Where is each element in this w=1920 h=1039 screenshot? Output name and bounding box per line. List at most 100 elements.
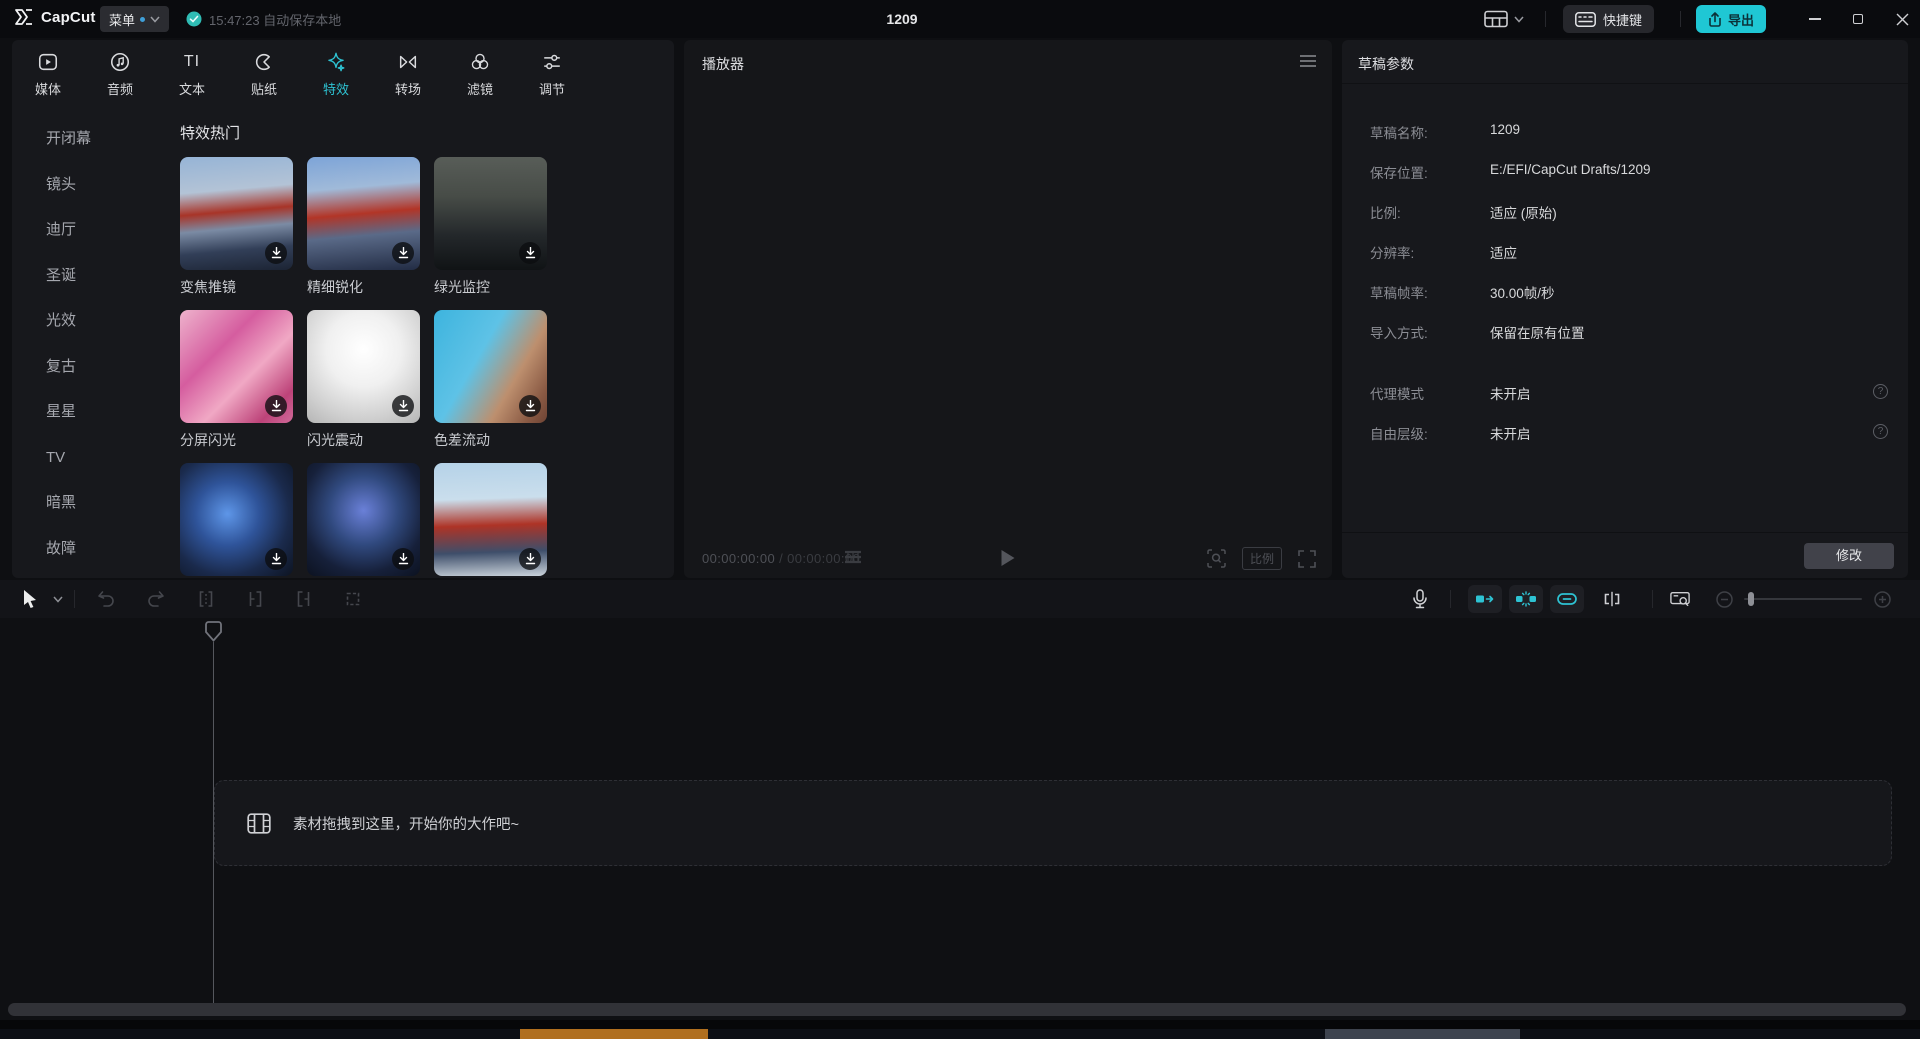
info-icon[interactable]: ? [1873,384,1888,399]
maximize-icon [1853,14,1863,24]
main-track-magnet-toggle[interactable] [1468,585,1502,613]
crop-icon[interactable] [343,589,363,609]
tab-transition[interactable]: 转场 [372,40,444,102]
category-item[interactable]: 暗黑 [12,480,164,526]
media-dropzone[interactable]: 素材拖拽到这里，开始你的大作吧~ [214,780,1892,866]
close-button[interactable] [1885,0,1919,38]
effect-card[interactable]: 精细锐化 [307,157,420,297]
modify-button[interactable]: 修改 [1804,543,1894,569]
divider [1680,11,1681,27]
category-item[interactable]: 复古 [12,344,164,390]
tab-media[interactable]: 媒体 [12,40,84,102]
category-item[interactable]: 开闭幕 [12,116,164,162]
zoom-out-icon[interactable] [1714,589,1734,609]
undo-icon[interactable] [96,589,116,609]
menu-button[interactable]: 菜单 [100,6,169,32]
category-item[interactable]: TV [12,435,164,481]
maximize-button[interactable] [1841,0,1875,38]
preview-axis-icon[interactable] [1602,589,1622,609]
media-icon [37,49,59,75]
ratio-button[interactable]: 比例 [1242,547,1282,570]
timeline-zoom-handle[interactable] [1748,592,1754,606]
effect-thumbnail[interactable] [434,463,547,576]
effect-card[interactable]: 蓝光扫描 [180,463,293,578]
autosave-status: 15:47:23 自动保存本地 [186,0,341,38]
shortcut-keys-button[interactable]: 快捷键 [1563,5,1654,33]
category-item[interactable]: 镜头 [12,162,164,208]
effect-card[interactable]: 绿光监控 [434,157,547,297]
download-icon[interactable] [265,242,287,264]
info-icon[interactable]: ? [1873,424,1888,439]
download-icon[interactable] [392,242,414,264]
effect-thumbnail[interactable] [434,310,547,423]
field-label: 自由层级: [1370,423,1428,443]
field-label: 草稿名称: [1370,122,1428,142]
download-icon[interactable] [519,395,541,417]
effect-thumbnail[interactable] [180,463,293,576]
fullscreen-icon[interactable] [1298,550,1316,568]
download-icon[interactable] [392,548,414,570]
tab-text[interactable]: TI 文本 [156,40,228,102]
tab-effects[interactable]: 特效 [300,40,372,102]
preview-quality-icon[interactable] [1207,549,1226,568]
minimize-button[interactable] [1798,0,1832,38]
capcut-logo-icon [14,8,34,26]
delete-left-icon[interactable] [245,589,265,609]
tab-audio[interactable]: 音频 [84,40,156,102]
timeline-zoom-slider[interactable] [1744,598,1862,600]
audio-icon [109,49,131,75]
effect-card[interactable]: 分屏闪光 [180,310,293,450]
effect-card[interactable]: 表面模糊 [434,463,547,578]
close-icon [1896,13,1909,26]
export-button[interactable]: 导出 [1696,5,1766,33]
playhead-handle[interactable] [205,621,222,642]
download-icon[interactable] [265,395,287,417]
download-icon[interactable] [519,548,541,570]
download-icon[interactable] [265,548,287,570]
tab-adjust[interactable]: 调节 [516,40,588,102]
zoom-in-icon[interactable] [1872,589,1892,609]
category-item[interactable]: 扭曲 [12,571,164,578]
effect-thumbnail[interactable] [180,310,293,423]
category-item[interactable]: 故障 [12,526,164,572]
field-value: 适应 [1490,242,1517,262]
download-icon[interactable] [392,395,414,417]
select-cursor-button[interactable] [20,589,40,609]
top-bar: CapCut 菜单 15:47:23 自动保存本地 1209 [0,0,1920,38]
effect-thumbnail[interactable] [434,157,547,270]
category-item[interactable]: 星星 [12,389,164,435]
timeline-area[interactable]: 素材拖拽到这里，开始你的大作吧~ [0,618,1920,1020]
split-icon[interactable] [196,589,216,609]
player-menu-icon[interactable] [1300,55,1316,67]
layout-switcher[interactable] [1484,0,1524,38]
divider [1545,11,1546,27]
tab-filter[interactable]: 滤镜 [444,40,516,102]
brand-name: CapCut [41,9,96,26]
effect-card[interactable]: 色差流动 [434,310,547,450]
effect-thumbnail[interactable] [307,310,420,423]
sticker-icon [253,49,275,75]
cursor-chevron-down-icon[interactable] [48,589,68,609]
play-button[interactable] [1002,550,1015,566]
effect-card[interactable]: 光谱扫描 [307,463,420,578]
effect-card[interactable]: 变焦推镜 [180,157,293,297]
timeline-fit-icon[interactable] [1670,589,1690,609]
category-item[interactable]: 光效 [12,298,164,344]
download-icon[interactable] [519,242,541,264]
effect-thumbnail[interactable] [307,157,420,270]
effect-thumbnail[interactable] [307,463,420,576]
tab-sticker[interactable]: 贴纸 [228,40,300,102]
timecode-current: 00:00:00:00 [702,551,775,566]
effect-card[interactable]: 闪光震动 [307,310,420,450]
linkage-toggle[interactable] [1550,585,1584,613]
delete-right-icon[interactable] [294,589,314,609]
shortcut-keys-label: 快捷键 [1603,10,1642,29]
category-item[interactable]: 圣诞 [12,253,164,299]
frame-list-icon[interactable] [844,550,862,564]
horizontal-scrollbar[interactable] [8,1003,1906,1016]
redo-icon[interactable] [146,589,166,609]
auto-snap-toggle[interactable] [1509,585,1543,613]
effect-thumbnail[interactable] [180,157,293,270]
category-item[interactable]: 迪厅 [12,207,164,253]
record-voice-icon[interactable] [1410,589,1430,609]
